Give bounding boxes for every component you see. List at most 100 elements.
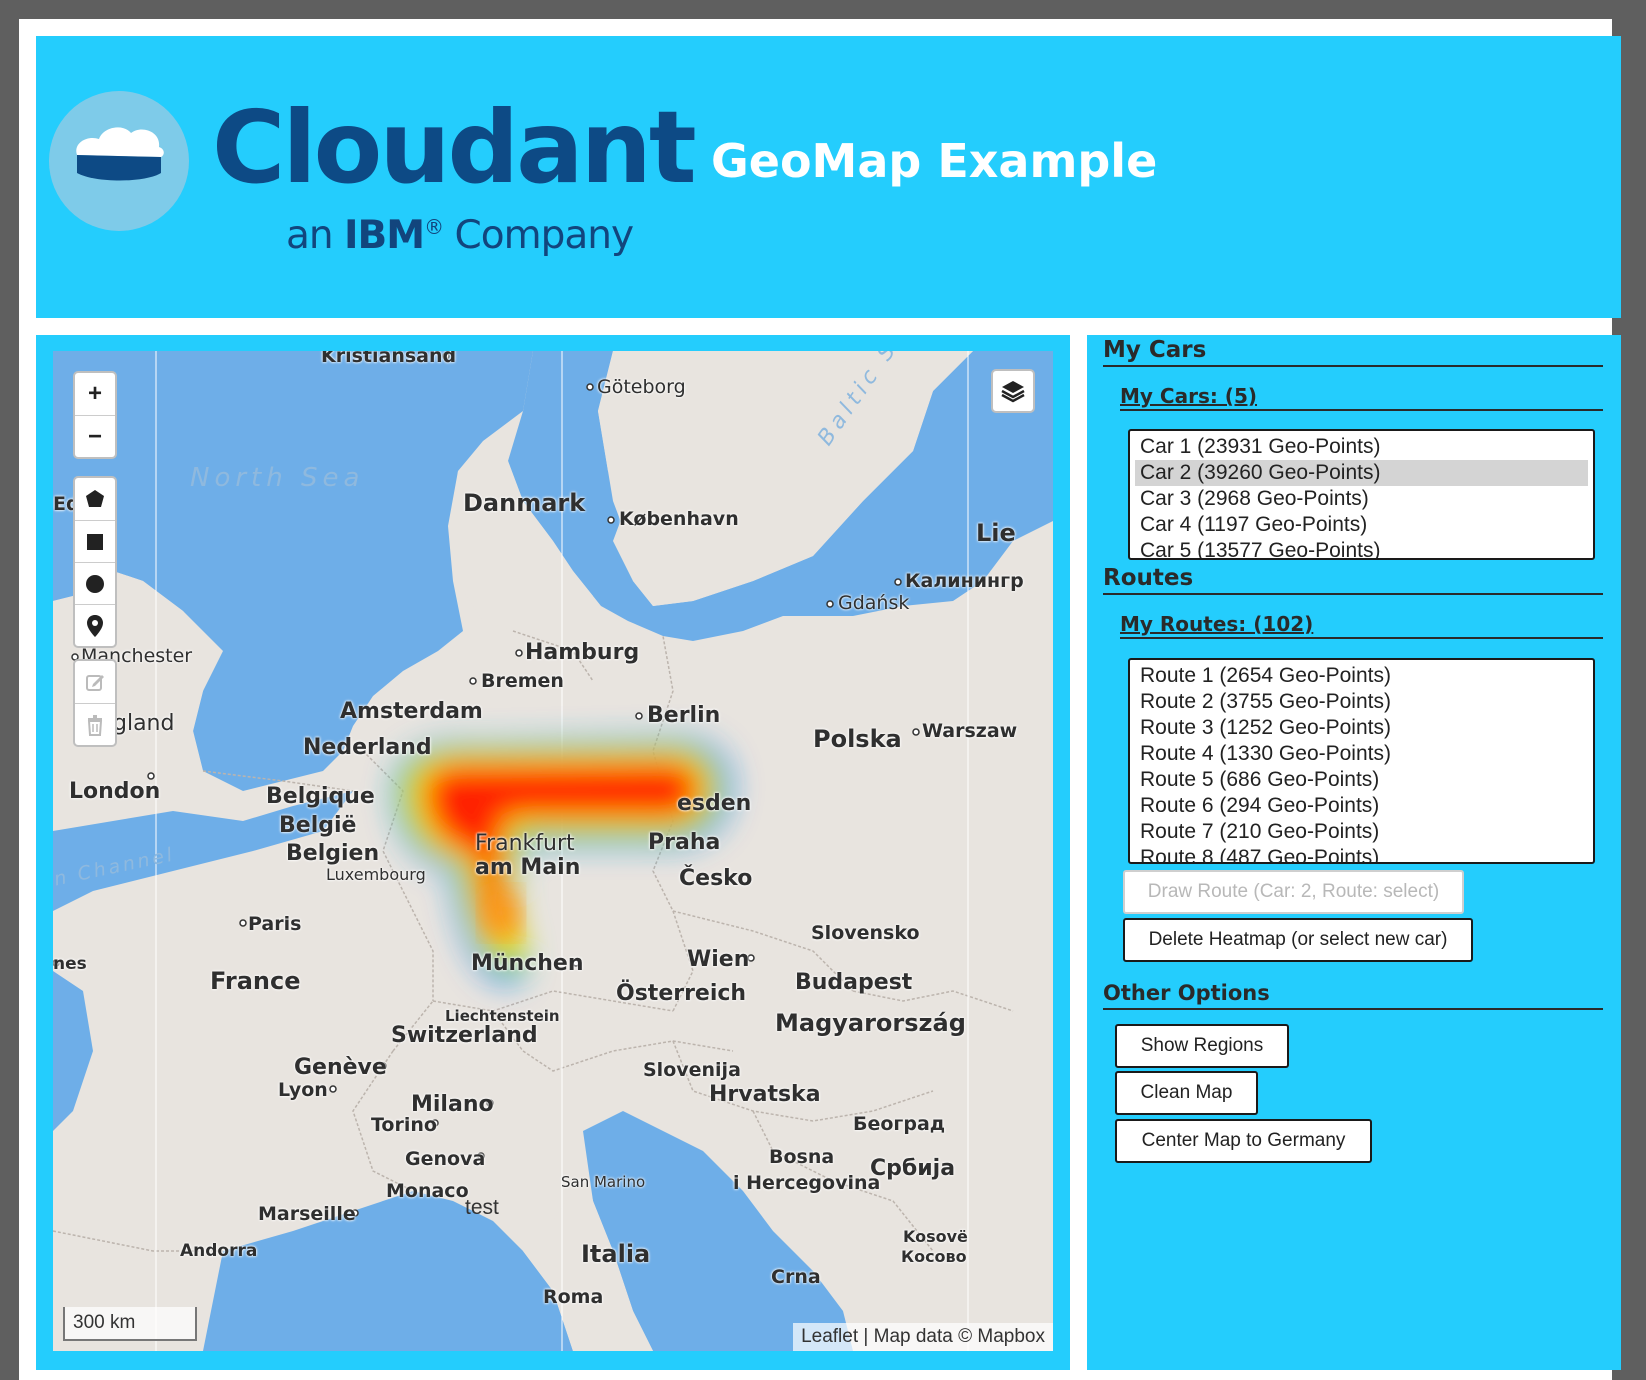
leaflet-link[interactable]: Leaflet — [801, 1326, 858, 1347]
window-frame-top — [0, 0, 1646, 19]
car-option[interactable]: Car 3 (2968 Geo-Points) — [1135, 486, 1588, 512]
scale-bar: 300 km — [63, 1307, 197, 1341]
show-regions-button[interactable]: Show Regions — [1115, 1024, 1289, 1068]
map-label: Gdańsk — [838, 592, 910, 614]
map-label: nes — [53, 954, 87, 974]
map-label: Београд — [853, 1113, 946, 1135]
routes-listbox[interactable]: Route 1 (2654 Geo-Points) Route 2 (3755 G… — [1128, 658, 1595, 864]
center-map-button[interactable]: Center Map to Germany — [1115, 1119, 1372, 1163]
layers-icon[interactable] — [991, 369, 1035, 413]
map-label: esden — [677, 791, 752, 816]
car-option[interactable]: Car 2 (39260 Geo-Points) — [1135, 460, 1588, 486]
map-label: Genève — [294, 1055, 387, 1080]
cloud-icon — [76, 127, 164, 181]
map-label: London — [69, 779, 161, 804]
map-label: Switzerland — [391, 1023, 538, 1048]
zoom-control: + − — [73, 371, 117, 459]
route-option[interactable]: Route 1 (2654 Geo-Points) — [1135, 663, 1588, 689]
map-label: Česko — [679, 866, 753, 891]
map-label: Lyon — [278, 1079, 328, 1101]
map-label: København — [619, 508, 739, 530]
map-label: Lie — [976, 519, 1016, 547]
map-label: Косово — [901, 1247, 967, 1266]
draw-route-button[interactable]: Draw Route (Car: 2, Route: select) — [1123, 870, 1464, 914]
map-label: München — [471, 951, 584, 976]
brand-tagline: an IBM® Company — [286, 213, 634, 258]
map-label: Kosovë — [903, 1227, 968, 1246]
routes-section-title: Routes — [1103, 563, 1603, 595]
map-label: Genova — [405, 1148, 486, 1170]
map-label: San Marino — [561, 1173, 646, 1191]
map-label: Bosna — [769, 1146, 835, 1168]
map-label: Slovensko — [811, 922, 920, 944]
zoom-out-button[interactable]: − — [75, 415, 115, 457]
route-option[interactable]: Route 4 (1330 Geo-Points) — [1135, 741, 1588, 767]
map-label: Slovenija — [643, 1059, 741, 1081]
map-panel: Kristiansand Göteborg North Sea Baltic S… — [36, 335, 1070, 1370]
map-attribution: Leaflet | Map data © Mapbox — [793, 1323, 1053, 1351]
map-label: Österreich — [616, 981, 747, 1006]
map-label: Italia — [581, 1240, 651, 1268]
map-label: Praha — [648, 830, 721, 855]
map-label: Torino — [371, 1114, 437, 1136]
map-label: Bremen — [481, 670, 564, 692]
window-frame-left — [0, 0, 19, 1380]
map-label: North Sea — [190, 463, 365, 493]
leaflet-map[interactable]: Kristiansand Göteborg North Sea Baltic S… — [53, 351, 1053, 1351]
trash-icon[interactable] — [75, 703, 115, 745]
map-label: gland — [113, 711, 175, 736]
map-label: Polska — [813, 725, 902, 753]
clean-map-button[interactable]: Clean Map — [1115, 1071, 1258, 1115]
map-label: am Main — [475, 855, 581, 880]
map-label: Kristiansand — [321, 351, 457, 367]
map-label: Belgique — [266, 784, 375, 809]
circle-icon[interactable] — [75, 562, 115, 604]
map-label: Andorra — [180, 1241, 258, 1261]
car-option[interactable]: Car 5 (13577 Geo-Points) — [1135, 538, 1588, 558]
map-label: Crna — [771, 1266, 821, 1288]
route-option[interactable]: Route 3 (1252 Geo-Points) — [1135, 715, 1588, 741]
rectangle-icon[interactable] — [75, 520, 115, 562]
route-option[interactable]: Route 7 (210 Geo-Points) — [1135, 819, 1588, 845]
draw-toolbar — [73, 476, 117, 648]
map-label: Frankfurt — [475, 831, 575, 856]
marker-icon[interactable] — [75, 604, 115, 646]
page-title: GeoMap Example — [711, 134, 1158, 188]
cloudant-logo-icon — [49, 91, 189, 231]
zoom-in-button[interactable]: + — [75, 373, 115, 415]
map-label: Luxembourg — [326, 865, 426, 884]
map-label: Roma — [543, 1286, 604, 1308]
my-cars-list-title: My Cars: (5) — [1120, 383, 1603, 411]
map-label: Budapest — [795, 970, 913, 995]
route-option[interactable]: Route 2 (3755 Geo-Points) — [1135, 689, 1588, 715]
route-option[interactable]: Route 6 (294 Geo-Points) — [1135, 793, 1588, 819]
map-label: Magyarország — [775, 1009, 966, 1037]
map-label: Hamburg — [525, 640, 640, 665]
map-label: België — [279, 813, 357, 838]
my-cars-section-title: My Cars — [1103, 335, 1603, 367]
delete-heatmap-button[interactable]: Delete Heatmap (or select new car) — [1123, 918, 1473, 962]
page-header: Cloudant an IBM® Company GeoMap Example — [36, 36, 1621, 318]
map-label: Danmark — [463, 489, 586, 517]
map-label: Hrvatska — [709, 1082, 821, 1107]
polygon-icon[interactable] — [75, 478, 115, 520]
brand-logo-text: Cloudant — [212, 89, 697, 206]
map-label: Калинингр — [905, 570, 1024, 592]
car-option[interactable]: Car 1 (23931 Geo-Points) — [1135, 434, 1588, 460]
map-label: Berlin — [647, 703, 721, 728]
map-label: i Hercegovina — [733, 1172, 881, 1194]
map-label: Amsterdam — [340, 699, 483, 724]
map-label: Warszaw — [922, 720, 1018, 742]
map-label: France — [210, 967, 301, 995]
route-option[interactable]: Route 5 (686 Geo-Points) — [1135, 767, 1588, 793]
map-label: Göteborg — [597, 376, 686, 398]
map-label: Nederland — [303, 735, 432, 760]
edit-icon[interactable] — [75, 661, 115, 703]
edit-toolbar — [73, 659, 117, 747]
map-label: Marseille — [258, 1203, 356, 1225]
route-option[interactable]: Route 8 (487 Geo-Points) — [1135, 845, 1588, 862]
map-label: Belgien — [286, 841, 380, 866]
car-option[interactable]: Car 4 (1197 Geo-Points) — [1135, 512, 1588, 538]
control-panel: My Cars My Cars: (5) Car 1 (23931 Geo-Po… — [1087, 335, 1621, 1370]
cars-listbox[interactable]: Car 1 (23931 Geo-Points) Car 2 (39260 Geo… — [1128, 429, 1595, 560]
